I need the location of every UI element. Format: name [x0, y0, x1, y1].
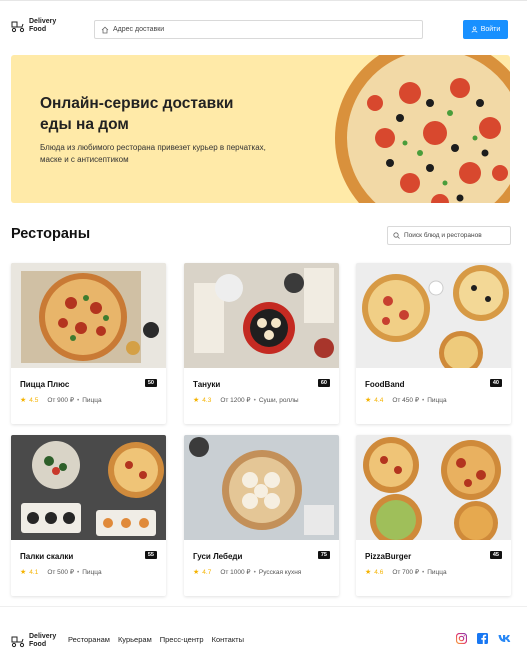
instagram-icon[interactable]	[456, 633, 467, 644]
star-icon: ★	[20, 569, 27, 576]
restaurant-meta: ★ 4.5 От 900 ₽ • Пицца	[20, 396, 102, 405]
login-label: Войти	[480, 26, 501, 33]
star-icon: ★	[193, 569, 200, 576]
separator-dot: •	[421, 568, 425, 576]
star-icon: ★	[193, 397, 200, 404]
rating-value: 4.3	[202, 396, 212, 404]
footer-nav: Ресторанам Курьерам Пресс-центр Контакты	[68, 635, 244, 644]
delivery-time-badge: 50	[144, 379, 157, 387]
delivery-time-badge: 45	[489, 551, 502, 559]
rating-value: 4.5	[29, 396, 39, 404]
restaurant-card[interactable]: Тануки 60 ★ 4.3 От 1200 ₽ • Суши, роллы	[184, 263, 339, 424]
price-value: От 450 ₽	[392, 397, 419, 404]
facebook-icon[interactable]	[477, 633, 488, 644]
restaurant-name: Тануки	[193, 380, 221, 389]
price-value: От 700 ₽	[392, 569, 419, 576]
price-value: От 900 ₽	[47, 397, 74, 404]
restaurant-name: Палки скалки	[20, 552, 74, 561]
restaurant-card[interactable]: Палки скалки 55 ★ 4.1 От 500 ₽ • Пицца	[11, 435, 166, 596]
delivery-time-badge: 60	[317, 379, 330, 387]
promo-subtitle: Блюда из любимого ресторана привезет кур…	[40, 143, 266, 164]
restaurant-name: Гуси Лебеди	[193, 552, 243, 561]
separator-dot: •	[76, 568, 80, 576]
restaurant-meta: ★ 4.6 От 700 ₽ • Пицца	[365, 568, 447, 577]
category-value: Пицца	[82, 396, 102, 404]
category-value: Пицца	[82, 568, 102, 576]
delivery-time-badge: 55	[144, 551, 157, 559]
address-input[interactable]: Адрес доставки	[94, 20, 423, 39]
delivery-time-badge: 40	[489, 379, 502, 387]
address-placeholder: Адрес доставки	[113, 26, 165, 33]
separator-dot: •	[76, 396, 80, 404]
restaurant-card[interactable]: PizzaBurger 45 ★ 4.6 От 700 ₽ • Пицца	[356, 435, 511, 596]
search-icon	[393, 232, 400, 239]
promo-banner: Онлайн-сервис доставки еды на дом Блюда …	[11, 55, 510, 203]
restaurants-title: Рестораны	[11, 226, 91, 242]
restaurant-meta: ★ 4.4 От 450 ₽ • Пицца	[365, 396, 447, 405]
home-icon	[101, 26, 109, 33]
logo[interactable]: Delivery Food	[11, 18, 56, 34]
restaurant-meta: ★ 4.3 От 1200 ₽ • Суши, роллы	[193, 396, 299, 405]
restaurant-card[interactable]: Пицца Плюс 50 ★ 4.5 От 900 ₽ • Пицца	[11, 263, 166, 424]
star-icon: ★	[365, 569, 372, 576]
restaurant-image	[11, 435, 166, 540]
restaurant-card[interactable]: FoodBand 40 ★ 4.4 От 450 ₽ • Пицца	[356, 263, 511, 424]
logo-line1: Delivery	[29, 633, 57, 640]
login-button[interactable]: Войти	[463, 20, 508, 39]
footer-link-couriers[interactable]: Курьерам	[118, 635, 152, 644]
restaurant-image	[356, 435, 511, 540]
footer-logo[interactable]: Delivery Food	[11, 633, 56, 649]
restaurant-meta: ★ 4.1 От 500 ₽ • Пицца	[20, 568, 102, 577]
footer-link-contacts[interactable]: Контакты	[212, 635, 244, 644]
price-value: От 1200 ₽	[220, 397, 251, 404]
header: Delivery Food Адрес доставки Войти	[0, 0, 527, 56]
restaurant-image	[11, 263, 166, 368]
user-icon	[471, 26, 478, 33]
logo-line1: Delivery	[29, 18, 57, 25]
separator-dot: •	[421, 396, 425, 404]
star-icon: ★	[365, 397, 372, 404]
category-value: Суши, роллы	[258, 396, 299, 404]
restaurant-name: FoodBand	[365, 380, 405, 389]
separator-dot: •	[253, 396, 256, 404]
logo-line2: Food	[29, 26, 47, 33]
social-links	[456, 633, 512, 644]
vk-icon[interactable]	[498, 634, 512, 643]
price-value: От 1000 ₽	[220, 569, 251, 576]
restaurant-name: PizzaBurger	[365, 552, 412, 561]
restaurant-name: Пицца Плюс	[20, 380, 70, 389]
star-icon: ★	[20, 397, 27, 404]
delivery-scooter-icon	[11, 21, 25, 33]
logo-text: Delivery Food	[29, 633, 56, 649]
restaurant-card[interactable]: Гуси Лебеди 75 ★ 4.7 От 1000 ₽ • Русская…	[184, 435, 339, 596]
promo-title: Онлайн-сервис доставки еды на дом	[40, 95, 234, 133]
restaurant-image	[184, 263, 339, 368]
rating-value: 4.1	[29, 568, 39, 576]
restaurant-image	[356, 263, 511, 368]
footer-link-press[interactable]: Пресс-центр	[160, 635, 204, 644]
restaurant-image	[184, 435, 339, 540]
footer-link-restaurants[interactable]: Ресторанам	[68, 635, 110, 644]
search-input[interactable]: Поиск блюд и ресторанов	[387, 226, 511, 245]
pizza-image	[335, 55, 510, 203]
price-value: От 500 ₽	[47, 569, 74, 576]
search-placeholder: Поиск блюд и ресторанов	[404, 232, 482, 239]
restaurant-meta: ★ 4.7 От 1000 ₽ • Русская кухня	[193, 568, 302, 577]
logo-text: Delivery Food	[29, 18, 56, 34]
rating-value: 4.4	[374, 396, 384, 404]
rating-value: 4.6	[374, 568, 384, 576]
logo-line2: Food	[29, 641, 47, 648]
delivery-time-badge: 75	[317, 551, 330, 559]
separator-dot: •	[253, 568, 256, 576]
category-value: Русская кухня	[258, 568, 302, 576]
category-value: Пицца	[427, 568, 447, 576]
category-value: Пицца	[427, 396, 447, 404]
rating-value: 4.7	[202, 568, 212, 576]
delivery-scooter-icon	[11, 636, 25, 648]
footer: Delivery Food Ресторанам Курьерам Пресс-…	[0, 606, 527, 668]
